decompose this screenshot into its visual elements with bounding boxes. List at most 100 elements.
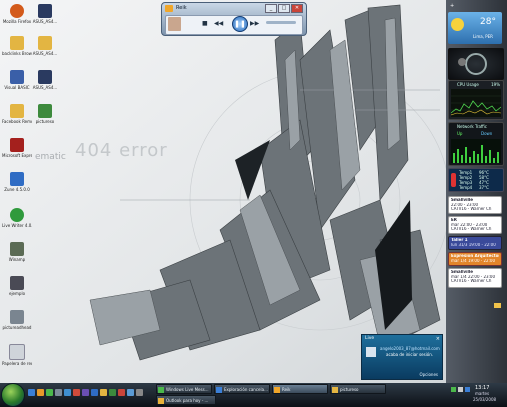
cpu-usage-label: CPU Usage [457,82,479,87]
live-writer-icon [10,208,24,222]
desktop-icon-pictureadhead[interactable]: pictureadhead [2,310,32,330]
taskbar-item-outlook[interactable]: Outlook para hoy - ... [156,395,216,405]
firefox-icon [10,4,24,18]
minimize-button[interactable]: _ [265,4,277,13]
taskbar-item-pictureso[interactable]: pictureso [330,384,386,394]
desktop-icon-visual-basic[interactable]: Visual BASIC [2,70,32,90]
quicklaunch-more-icon[interactable] [136,389,143,396]
album-art-thumbnail [168,17,181,31]
media-player-icon [165,5,173,12]
previous-button[interactable]: ◀◀ [214,20,223,27]
gauge-dial-icon [465,53,487,75]
desktop-icon-live-writer[interactable]: Live Writer 4.0.2.0 [2,208,32,228]
media-player-window[interactable]: Reik _ □ ✕ ■ ◀◀ ❚❚ ▶▶ [161,2,307,36]
meter-gadget[interactable] [448,48,504,80]
notification-title: Live [365,336,375,341]
notification-email[interactable]: angelo2003_87@hotmail.com [380,346,440,351]
desktop-icon-zune[interactable]: Zune 4.5.0.0 [2,172,32,192]
quicklaunch-office-icon[interactable] [118,389,125,396]
tray-volume-icon[interactable] [458,387,463,392]
maximize-button[interactable]: □ [278,4,290,13]
temp-4-label: Temp4 [459,185,473,190]
folder-icon [10,104,24,118]
calendar-item[interactable]: ER mar 22:00 - 23:00 CATV16 - Warner Ch [448,216,502,234]
desktop-icon-recycle-bin[interactable]: Papelera de reciclaje [2,344,32,366]
taskbar-item-explorer[interactable]: Exploración cancela... [214,384,270,394]
desktop-icon-asus-2[interactable]: ASUS_AS4... [30,36,60,56]
outlook-icon [158,398,164,404]
network-traffic-label: Network Traffic [457,124,487,129]
cpu-usage-gadget[interactable]: CPU Usage 19% [448,80,504,120]
pause-button[interactable]: ❚❚ [232,16,248,32]
messenger-icon [158,387,164,393]
quicklaunch-app-icon[interactable] [82,389,89,396]
media-player-icon [274,387,280,393]
calendar-item[interactable]: Smallville 22:00 - 23:00 CATV16 - Warner… [448,196,502,214]
quicklaunch-mail-icon[interactable] [64,389,71,396]
gauge-knob-icon [458,58,466,66]
desktop-icon-firefox[interactable]: Mozilla Firefox [2,4,32,24]
calendar-item-sub: CATV16 - Warner Ch [451,227,492,231]
close-icon[interactable]: × [436,336,440,342]
calendar-item-time: lun 31/3 19:00 - 22:00 [451,242,496,247]
wallpaper-brand-text: ematic [35,152,66,162]
next-button[interactable]: ▶▶ [250,20,259,27]
start-button[interactable] [1,383,25,407]
desktop-icon-label: Facebook Remote Ad... [2,119,32,124]
outlook-envelope-icon[interactable] [494,303,501,308]
quicklaunch-explorer-icon[interactable] [127,389,134,396]
quicklaunch-folder-icon[interactable] [100,389,107,396]
window-controls: _ □ ✕ [265,4,303,13]
tray-messenger-icon[interactable] [451,387,456,392]
weather-gadget[interactable]: 28° Lima, PER [448,12,502,44]
winamp-icon [10,242,24,256]
windows-sidebar: + 28° Lima, PER CPU Usage 19% Network Tr… [446,0,507,383]
explorer-icon [216,387,222,393]
close-button[interactable]: ✕ [291,4,303,13]
desktop-icon-pictureso[interactable]: pictureso [30,104,60,124]
picture-icon [10,310,24,324]
desktop-icon-backlinks[interactable]: backlinks Brows... [2,36,32,56]
system-tray: 13:17 martes 25/03/2008 [449,383,507,407]
cpu-usage-value: 19% [491,82,500,87]
taskbar-item-reik[interactable]: Reik [272,384,328,394]
temperature-gadget[interactable]: Temp1 96°C Temp2 58°C Temp3 47°C Temp4 3… [448,168,504,192]
sidebar-add-button[interactable]: + [450,3,454,9]
desktop-icon-winamp[interactable]: Winamp [2,242,32,262]
notification-message: acaba de iniciar sesión. [386,352,434,357]
desktop-icon-label: ejemplo [8,291,26,296]
quicklaunch-ie-icon[interactable] [28,389,35,396]
desktop-icon-label: backlinks Brows... [2,51,32,56]
cpu-graph [451,89,501,117]
temp-4-value: 37°C [479,185,489,190]
calendar-item[interactable]: Taller 1 lun 31/3 19:00 - 22:00 [448,236,502,250]
desktop-icon-asus-1[interactable]: ASUS_AS4... [30,4,60,24]
taskbar-item-label: Windows Live Mess... [166,387,209,392]
quicklaunch-live-icon[interactable] [109,389,116,396]
stop-button[interactable]: ■ [202,20,208,27]
calendar-item-sub: CATV16 - Warner Ch [451,279,492,283]
tray-network-icon[interactable] [465,387,470,392]
quicklaunch-messenger-icon[interactable] [46,389,53,396]
desktop-icon-asus-3[interactable]: ASUS_AS4... [30,70,60,90]
desktop-icon-label: ASUS_AS4... [32,85,58,90]
desktop-icon-facebook[interactable]: Facebook Remote Ad... [2,104,32,124]
taskbar-item-messenger[interactable]: Windows Live Mess... [156,384,212,394]
desktop-icon-expression[interactable]: Microsoft Expression... [2,138,32,158]
desktop-icon-ejemplo[interactable]: ejemplo [2,276,32,296]
calendar-item[interactable]: Expresion Arquitectonica mar 1/4 19:00 -… [448,252,502,266]
taskbar: Windows Live Mess... Exploración cancela… [0,383,507,407]
quicklaunch-desktop-icon[interactable] [55,389,62,396]
quicklaunch-firefox-icon[interactable] [37,389,44,396]
recycle-bin-icon [9,344,25,360]
quicklaunch-media-icon[interactable] [73,389,80,396]
messenger-notification[interactable]: Live × angelo2003_87@hotmail.com acaba d… [361,334,443,380]
clock-date: 25/03/2008 [473,397,497,402]
notification-options-link[interactable]: Opciones [419,372,438,377]
network-traffic-gadget[interactable]: Network Traffic Up Down [448,122,504,166]
calendar-item[interactable]: Smallville mar 1/4 22:00 - 23:00 CATV16 … [448,268,502,288]
volume-slider[interactable] [266,21,296,24]
shortcut-icon [38,4,52,18]
quicklaunch-zune-icon[interactable] [91,389,98,396]
taskbar-item-label: Reik [282,387,291,392]
